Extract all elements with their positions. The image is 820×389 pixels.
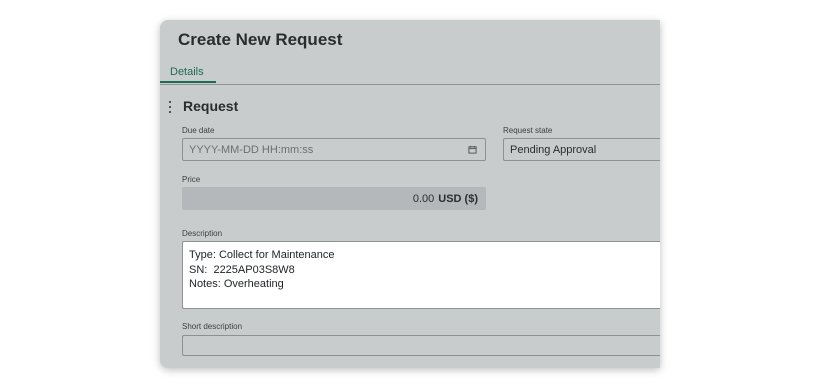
section-title: Request (183, 98, 239, 114)
due-date-label: Due date (182, 126, 215, 135)
create-request-dialog: Create New Request Details Request Due d… (160, 20, 660, 368)
description-line: Type: Collect for Maintenance (189, 249, 335, 261)
description-textarea[interactable]: Type: Collect for Maintenance SN: 2225AP… (182, 241, 660, 309)
dialog-title: Create New Request (178, 30, 343, 49)
tab-divider (160, 84, 660, 85)
request-state-select[interactable]: Pending Approval (503, 138, 660, 161)
price-label: Price (182, 175, 201, 184)
due-date-placeholder: YYYY-MM-DD HH:mm:ss (189, 143, 314, 156)
active-tab-indicator (160, 81, 216, 83)
description-line: SN: 2225AP03S8W8 (189, 263, 295, 276)
description-label: Description (182, 229, 223, 238)
request-state-value: Pending Approval (510, 143, 597, 156)
description-line: Notes: Overheating (189, 278, 284, 290)
drag-handle-icon[interactable] (168, 101, 172, 113)
due-date-input[interactable]: YYYY-MM-DD HH:mm:ss (182, 138, 486, 161)
price-field: 0.00 USD ($) (182, 187, 486, 210)
price-currency: USD ($) (438, 192, 478, 205)
price-value: 0.00 (412, 192, 435, 205)
short-description-label: Short description (182, 322, 243, 331)
tab-details[interactable]: Details (170, 66, 204, 82)
short-description-input[interactable] (182, 335, 660, 356)
request-state-label: Request state (503, 126, 553, 135)
calendar-icon[interactable] (468, 145, 477, 154)
